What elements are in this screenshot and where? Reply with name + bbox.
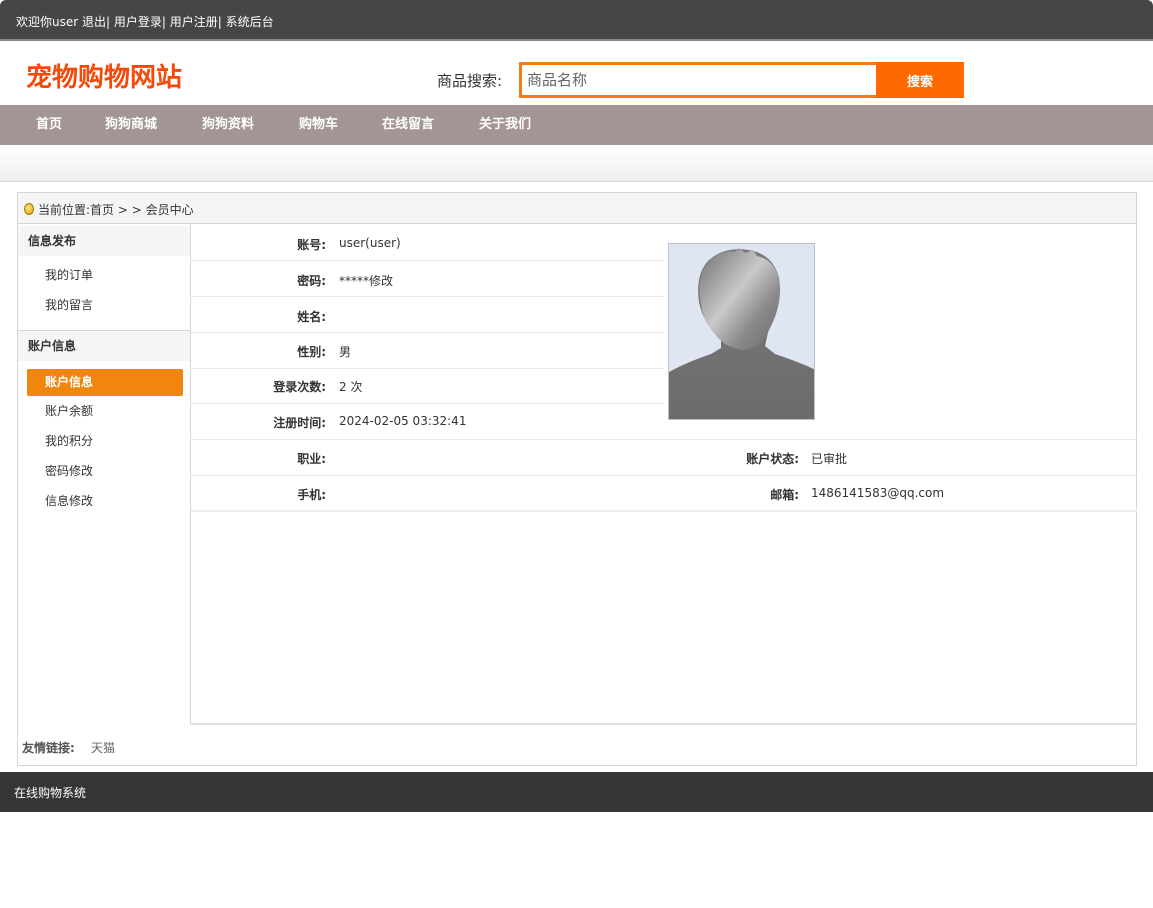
- location-icon: [24, 203, 34, 215]
- account-status-value: 已审批: [811, 452, 848, 466]
- sidebar-item-points[interactable]: 我的积分: [27, 428, 183, 455]
- phone-label: 手机:: [297, 488, 326, 502]
- password-label: 密码:: [297, 274, 326, 288]
- breadcrumb: 当前位置:首页 > > 会员中心: [17, 192, 1137, 224]
- nav-item-home[interactable]: 首页: [36, 105, 62, 145]
- register-time-value: 2024-02-05 03:32:41: [339, 414, 467, 428]
- profile-panel: 账号: user(user) 密码: *****修改 姓名: 性别: 男 登录次…: [191, 224, 1137, 724]
- account-label: 账号:: [297, 238, 326, 252]
- footer: 在线购物系统: [0, 772, 1153, 812]
- job-label: 职业:: [297, 452, 326, 466]
- row-password: 密码: *****修改: [191, 261, 664, 297]
- nav-item-cart[interactable]: 购物车: [299, 105, 338, 145]
- footer-text: 在线购物系统: [14, 786, 87, 800]
- search-input[interactable]: [522, 65, 875, 95]
- top-bar: 欢迎你user 退出| 用户登录| 用户注册| 系统后台: [0, 0, 1153, 41]
- row-register-time: 注册时间: 2024-02-05 03:32:41: [191, 404, 1137, 440]
- gender-label: 性别:: [297, 345, 326, 359]
- register-time-label: 注册时间:: [273, 416, 326, 430]
- welcome-text: 欢迎你user: [16, 15, 79, 29]
- row-name: 姓名:: [191, 297, 664, 333]
- friend-link-tmall[interactable]: 天猫: [91, 739, 115, 756]
- member-center-frame: 信息发布 我的订单 我的留言 账户信息 账户信息 账户余额 我的积分 密码修改 …: [17, 224, 1137, 766]
- sidebar-section-publish: 信息发布: [18, 226, 190, 256]
- admin-link[interactable]: 系统后台: [226, 15, 274, 29]
- sidebar-item-balance[interactable]: 账户余额: [27, 398, 183, 425]
- account-value: user(user): [339, 236, 401, 250]
- breadcrumb-text: 当前位置:首页 > > 会员中心: [38, 203, 194, 217]
- avatar: [668, 243, 815, 420]
- sidebar-item-my-orders[interactable]: 我的订单: [27, 262, 183, 289]
- sidebar: 信息发布 我的订单 我的留言 账户信息 账户信息 账户余额 我的积分 密码修改 …: [18, 224, 191, 724]
- logout-link[interactable]: 退出|: [82, 15, 110, 29]
- friend-links-label: 友情链接:: [22, 741, 75, 755]
- login-link[interactable]: 用户登录|: [114, 15, 166, 29]
- sidebar-item-edit-info[interactable]: 信息修改: [27, 488, 183, 515]
- row-login-count: 登录次数: 2 次: [191, 368, 664, 404]
- nav-item-about[interactable]: 关于我们: [479, 105, 531, 145]
- sidebar-item-account-info[interactable]: 账户信息: [27, 369, 183, 396]
- search-box: 搜索: [519, 62, 964, 98]
- account-status-label: 账户状态:: [746, 452, 799, 466]
- email-label: 邮箱:: [770, 488, 799, 502]
- password-value[interactable]: *****修改: [339, 272, 393, 289]
- nav-shadow-band: [0, 145, 1153, 182]
- login-count-value: 2 次: [339, 380, 363, 394]
- row-account: 账号: user(user): [191, 225, 664, 261]
- register-link[interactable]: 用户注册|: [170, 15, 222, 29]
- avatar-silhouette-icon: [669, 248, 814, 419]
- name-label: 姓名:: [297, 310, 326, 324]
- row-gender: 性别: 男: [191, 333, 664, 369]
- nav-item-dog-info[interactable]: 狗狗资料: [202, 105, 254, 145]
- row-job-status: 职业: 账户状态: 已审批: [191, 440, 1137, 476]
- email-value: 1486141583@qq.com: [811, 486, 945, 500]
- nav-item-dog-mall[interactable]: 狗狗商城: [105, 105, 157, 145]
- top-bar-links: 欢迎你user 退出| 用户登录| 用户注册| 系统后台: [16, 13, 274, 30]
- search-label: 商品搜索:: [437, 72, 503, 90]
- row-phone-email: 手机: 邮箱: 1486141583@qq.com: [191, 476, 1137, 512]
- sidebar-item-change-password[interactable]: 密码修改: [27, 458, 183, 485]
- sidebar-section-account: 账户信息: [18, 331, 190, 361]
- site-logo[interactable]: 宠物购物网站: [26, 57, 182, 94]
- search-button[interactable]: 搜索: [876, 62, 964, 98]
- nav-item-messages[interactable]: 在线留言: [382, 105, 434, 145]
- login-count-label: 登录次数:: [273, 380, 326, 394]
- main-nav: 首页 狗狗商城 狗狗资料 购物车 在线留言 关于我们: [0, 105, 1153, 145]
- friend-links: 友情链接: 天猫: [18, 725, 1136, 765]
- gender-value: 男: [339, 345, 352, 359]
- sidebar-item-my-messages[interactable]: 我的留言: [27, 292, 183, 319]
